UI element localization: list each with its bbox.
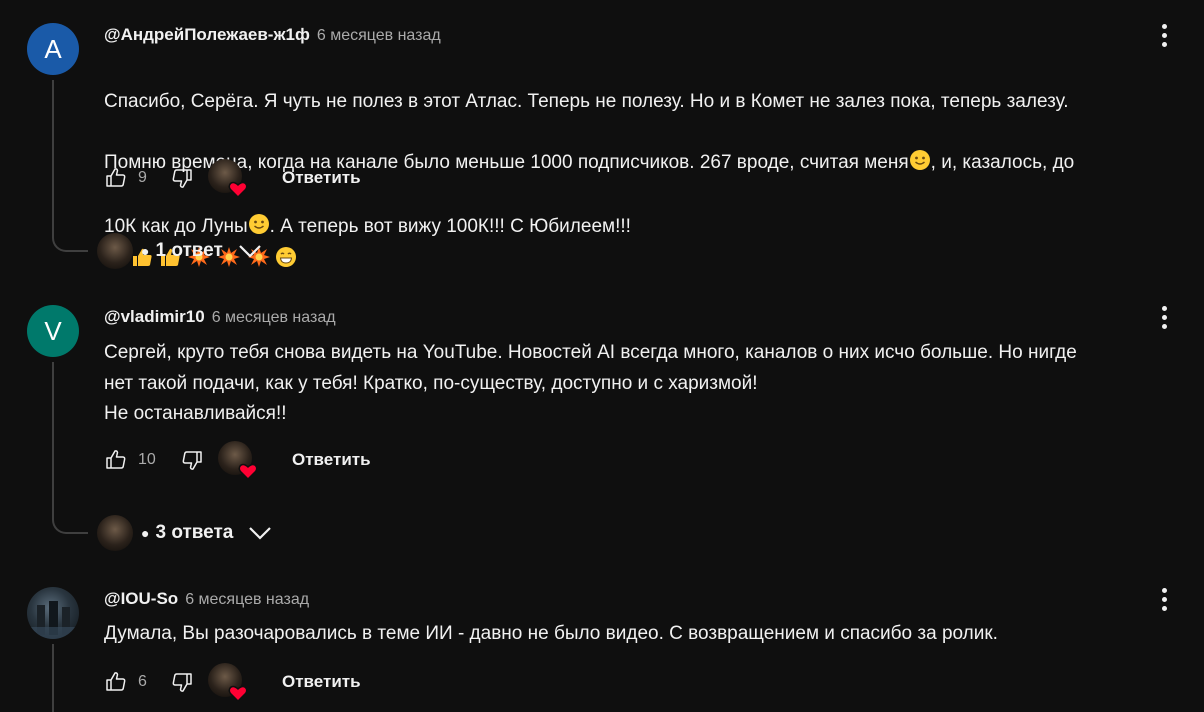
comment-text: Сергей, круто тебя снова видеть на YouTu…: [104, 342, 1077, 424]
comment-header: @vladimir10 6 месяцев назад: [104, 307, 336, 329]
avatar[interactable]: A: [27, 23, 79, 75]
avatar[interactable]: V: [27, 305, 79, 357]
avatar-photo: [27, 601, 79, 639]
comment-line-part: . А теперь вот вижу 100К!!! С Юбилеем!!!: [269, 215, 631, 237]
comment-text: Думала, Вы разочаровались в теме ИИ - да…: [104, 623, 998, 644]
heart-icon: [228, 181, 248, 199]
replies-count[interactable]: 3 ответа: [155, 522, 233, 544]
creator-heart: [218, 441, 258, 481]
comment-actions: 10 Ответить: [102, 440, 371, 481]
chevron-down-icon[interactable]: [237, 238, 263, 264]
comment-time[interactable]: 6 месяцев назад: [317, 27, 441, 45]
thread-line: [52, 80, 54, 230]
thread-line: [52, 362, 54, 512]
like-count: 10: [138, 451, 156, 468]
comment-line: 10К как до Луны. А теперь вот вижу 100К!…: [104, 212, 1179, 279]
comment-header: @АндрейПолежаев-ж1ф 6 месяцев назад: [104, 25, 441, 47]
smile-emoji-icon: [909, 149, 931, 182]
thread-curve: [52, 230, 88, 252]
thread-curve: [52, 512, 88, 534]
grin-emoji-icon: [274, 246, 298, 279]
replies-toggle[interactable]: ● 3 ответа: [97, 515, 273, 551]
like-icon[interactable]: [102, 446, 130, 474]
like-count: 9: [138, 169, 147, 186]
reply-button[interactable]: Ответить: [282, 168, 361, 188]
replies-toggle[interactable]: ● 1 ответ: [97, 233, 263, 269]
separator-dot: ●: [141, 525, 150, 541]
heart-icon: [228, 685, 248, 703]
comment-line-part: , и, казалось, до: [930, 151, 1075, 173]
replies-count[interactable]: 1 ответ: [155, 240, 222, 262]
comment-actions: 9 Ответить: [102, 158, 361, 199]
heart-icon: [238, 463, 258, 481]
like-icon[interactable]: [102, 668, 130, 696]
author-name[interactable]: @АндрейПолежаев-ж1ф: [104, 25, 310, 45]
like-count: 6: [138, 673, 147, 690]
thread-line: [52, 644, 54, 712]
more-vert-icon[interactable]: [1154, 584, 1174, 614]
avatar-letter: A: [44, 33, 62, 64]
reply-button[interactable]: Ответить: [282, 672, 361, 692]
avatar-letter: V: [44, 315, 62, 346]
comment-line: Спасибо, Серёга. Я чуть не полез в этот …: [104, 90, 1069, 112]
comment-actions: 6 Ответить: [102, 662, 361, 703]
avatar[interactable]: [27, 587, 79, 639]
replier-avatar: [97, 233, 133, 269]
more-vert-icon[interactable]: [1154, 302, 1174, 332]
creator-heart: [208, 159, 248, 199]
separator-dot: ●: [141, 243, 150, 259]
comment-time[interactable]: 6 месяцев назад: [185, 591, 309, 609]
comment-header: @IOU-So 6 месяцев назад: [104, 589, 309, 611]
dislike-icon[interactable]: [168, 668, 196, 696]
more-vert-icon[interactable]: [1154, 20, 1174, 50]
dislike-icon[interactable]: [178, 446, 206, 474]
dislike-icon[interactable]: [168, 164, 196, 192]
creator-heart: [208, 663, 248, 703]
chevron-down-icon[interactable]: [247, 520, 273, 546]
comment-time[interactable]: 6 месяцев назад: [212, 309, 336, 327]
like-icon[interactable]: [102, 164, 130, 192]
author-name[interactable]: @IOU-So: [104, 589, 178, 609]
replier-avatar: [97, 515, 133, 551]
author-name[interactable]: @vladimir10: [104, 307, 205, 327]
reply-button[interactable]: Ответить: [292, 450, 371, 470]
